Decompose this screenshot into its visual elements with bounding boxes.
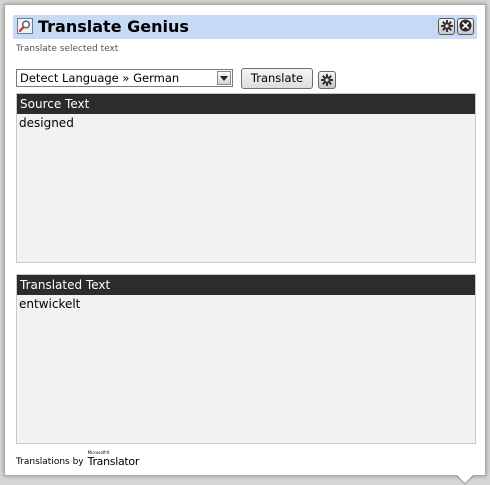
source-text-panel: Source Text designed: [16, 93, 476, 263]
close-icon: [459, 17, 472, 36]
gear-icon: [440, 17, 453, 36]
footer-label: Translations by: [16, 457, 84, 467]
language-select[interactable]: Detect Language » German: [16, 69, 233, 87]
translated-text-header: Translated Text: [17, 275, 475, 295]
logo-translator-text: Translator: [87, 455, 140, 468]
source-text-header: Source Text: [17, 94, 475, 114]
subtitle: Translate selected text: [16, 44, 119, 54]
title-settings-button[interactable]: [438, 18, 455, 35]
title-bar: Translate Genius: [13, 15, 477, 39]
magnifier-icon: [17, 18, 33, 34]
app-title: Translate Genius: [38, 17, 189, 36]
translated-text-panel: Translated Text entwickelt: [16, 274, 476, 444]
language-select-value: Detect Language » German: [20, 71, 180, 85]
source-text-area[interactable]: designed: [17, 114, 475, 133]
settings-button[interactable]: [318, 71, 336, 89]
chevron-down-icon[interactable]: [217, 71, 231, 85]
gear-icon: [321, 71, 333, 90]
translated-text-area[interactable]: entwickelt: [17, 295, 475, 314]
title-close-button[interactable]: [457, 18, 474, 35]
popup-pointer: [456, 474, 474, 483]
translate-button[interactable]: Translate: [241, 68, 313, 89]
translate-popup: Translate Genius Translate selected text…: [4, 4, 486, 476]
footer: Translations by Microsoft® Translator: [16, 448, 140, 470]
microsoft-translator-logo: Microsoft® Translator: [88, 450, 140, 470]
